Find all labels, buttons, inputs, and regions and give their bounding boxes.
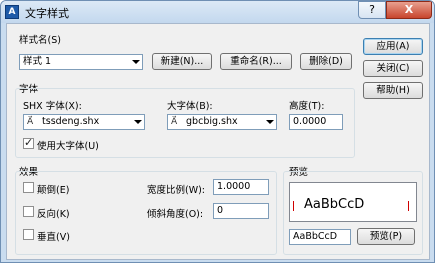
preview-right-marker — [408, 201, 409, 211]
bigfont-value: gbcbig.shx — [186, 116, 238, 127]
delete-style-button[interactable]: 删除(D) — [300, 53, 352, 70]
upside-down-label: 颠倒(E) — [37, 185, 70, 196]
close-title-button[interactable]: X — [386, 1, 432, 19]
rename-style-button[interactable]: 重命名(R)... — [220, 53, 292, 70]
chevron-down-icon — [132, 60, 140, 64]
use-bigfont-checkbox[interactable] — [23, 136, 34, 149]
height-label: 高度(T): — [289, 101, 325, 112]
preview-canvas: AaBbCcD — [289, 182, 417, 222]
preview-left-marker — [293, 201, 294, 211]
backwards-label: 反向(K) — [37, 209, 70, 220]
shx-font-value: tssdeng.shx — [42, 116, 100, 127]
bigfont-label: 大字体(B): — [167, 101, 213, 112]
bigfont-dropdown[interactable]: A⃗ gbcbig.shx — [167, 114, 277, 130]
width-factor-label: 宽度比例(W): — [147, 185, 206, 196]
preview-button[interactable]: 预览(P) — [357, 228, 415, 245]
dialog-body: 样式名(S) 样式 1 新建(N)... 重命名(R)... 删除(D) 应用(… — [6, 23, 430, 260]
vertical-label: 垂直(V) — [37, 232, 70, 243]
backwards-checkbox[interactable] — [23, 206, 34, 217]
title-bar[interactable]: A 文字样式 ? X — [1, 1, 434, 23]
upside-down-checkbox[interactable] — [23, 182, 34, 193]
apply-button[interactable]: 应用(A) — [363, 38, 423, 55]
preview-sample-text: AaBbCcD — [304, 197, 365, 212]
shx-font-dropdown[interactable]: A⃗ tssdeng.shx — [23, 114, 145, 130]
help-button[interactable]: 帮助(H) — [363, 82, 423, 99]
chevron-down-icon — [134, 120, 142, 124]
window-title: 文字样式 — [25, 7, 69, 20]
close-button[interactable]: 关闭(C) — [363, 60, 423, 77]
bigfont-icon: A⃗ — [171, 117, 178, 127]
new-style-button[interactable]: 新建(N)... — [152, 53, 212, 70]
style-name-value: 样式 1 — [23, 56, 52, 67]
help-title-button[interactable]: ? — [358, 1, 386, 19]
style-name-label: 样式名(S) — [19, 35, 61, 46]
preview-text-input[interactable]: AaBbCcD — [289, 229, 351, 245]
chevron-down-icon — [266, 120, 274, 124]
oblique-angle-label: 倾斜角度(O): — [147, 209, 204, 220]
height-input[interactable]: 0.0000 — [289, 114, 343, 130]
width-factor-input[interactable]: 1.0000 — [213, 179, 269, 195]
shx-font-label: SHX 字体(X): — [23, 101, 82, 112]
use-bigfont-label: 使用大字体(U) — [37, 141, 99, 152]
shx-font-icon: A⃗ — [27, 117, 34, 127]
style-name-dropdown[interactable]: 样式 1 — [19, 54, 143, 70]
autocad-app-icon: A — [5, 5, 19, 19]
vertical-checkbox[interactable] — [23, 229, 34, 240]
text-style-dialog: A 文字样式 ? X 样式名(S) 样式 1 新建(N)... 重命名(R)..… — [0, 0, 435, 263]
oblique-angle-input[interactable]: 0 — [213, 203, 269, 219]
